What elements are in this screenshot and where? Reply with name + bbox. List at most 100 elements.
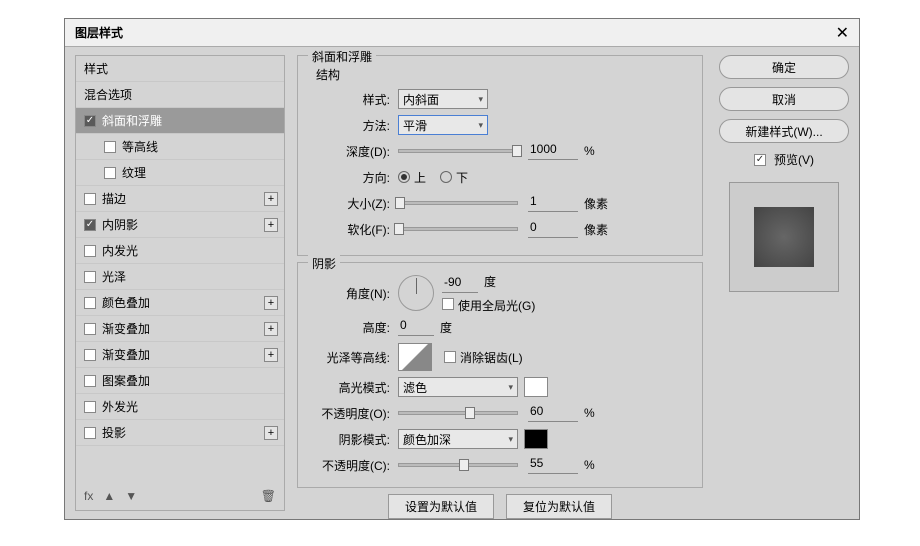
size-label: 大小(Z):: [308, 195, 398, 212]
highlight-mode-select[interactable]: 滤色▾: [398, 377, 518, 397]
structure-title: 结构: [316, 66, 692, 83]
right-panel: 确定 取消 新建样式(W)... 预览(V): [709, 47, 859, 519]
shadow-opacity-value[interactable]: 55: [528, 456, 578, 474]
direction-up-radio[interactable]: [398, 171, 410, 183]
sidebar-item[interactable]: 光泽: [76, 264, 284, 290]
gloss-contour-picker[interactable]: [398, 343, 432, 371]
sidebar-item[interactable]: ✓斜面和浮雕: [76, 108, 284, 134]
antialias-checkbox[interactable]: [444, 351, 456, 363]
add-effect-icon[interactable]: +: [264, 218, 278, 232]
sidebar-item-label: 光泽: [102, 268, 126, 285]
sidebar-item-label: 内阴影: [102, 216, 138, 233]
style-checkbox[interactable]: [84, 349, 96, 361]
main-panel: 斜面和浮雕 结构 样式: 内斜面▾ 方法: 平滑▾ 深度(D):: [291, 47, 709, 519]
style-checkbox[interactable]: [84, 193, 96, 205]
highlight-opacity-slider[interactable]: [398, 411, 518, 415]
style-select[interactable]: 内斜面▾: [398, 89, 488, 109]
bevel-group: 斜面和浮雕 结构 样式: 内斜面▾ 方法: 平滑▾ 深度(D):: [297, 55, 703, 256]
new-style-button[interactable]: 新建样式(W)...: [719, 119, 849, 143]
soften-value[interactable]: 0: [528, 220, 578, 238]
shadow-mode-select[interactable]: 颜色加深▾: [398, 429, 518, 449]
style-checkbox[interactable]: ✓: [84, 219, 96, 231]
make-default-button[interactable]: 设置为默认值: [388, 494, 494, 519]
depth-label: 深度(D):: [308, 143, 398, 160]
titlebar: 图层样式 ✕: [65, 19, 859, 47]
sidebar-item[interactable]: 渐变叠加 +: [76, 342, 284, 368]
reset-default-button[interactable]: 复位为默认值: [506, 494, 612, 519]
technique-select[interactable]: 平滑▾: [398, 115, 488, 135]
size-value[interactable]: 1: [528, 194, 578, 212]
shadow-opacity-slider[interactable]: [398, 463, 518, 467]
style-checkbox[interactable]: [84, 297, 96, 309]
add-effect-icon[interactable]: +: [264, 426, 278, 440]
shadow-mode-label: 阴影模式:: [308, 431, 398, 448]
sidebar-item-label: 颜色叠加: [102, 294, 150, 311]
depth-slider[interactable]: [398, 149, 518, 153]
sidebar-item[interactable]: 纹理: [76, 160, 284, 186]
preview-label: 预览(V): [774, 151, 814, 168]
sidebar-item[interactable]: ✓ 内阴影 +: [76, 212, 284, 238]
sidebar-item[interactable]: 投影+: [76, 420, 284, 446]
sidebar-item-label: 外发光: [102, 398, 138, 415]
global-light-checkbox[interactable]: [442, 298, 454, 310]
highlight-opacity-label: 不透明度(O):: [308, 405, 398, 422]
add-effect-icon[interactable]: +: [264, 296, 278, 310]
fx-icon[interactable]: fx: [84, 489, 93, 503]
shadow-color-swatch[interactable]: [524, 429, 548, 449]
arrow-up-icon[interactable]: ▲: [103, 489, 115, 503]
style-checkbox[interactable]: [104, 167, 116, 179]
style-checkbox[interactable]: ✓: [84, 115, 96, 127]
ok-button[interactable]: 确定: [719, 55, 849, 79]
chevron-down-icon: ▾: [508, 434, 513, 445]
depth-value[interactable]: 1000: [528, 142, 578, 160]
cancel-button[interactable]: 取消: [719, 87, 849, 111]
style-checkbox[interactable]: [84, 271, 96, 283]
direction-down-radio[interactable]: [440, 171, 452, 183]
arrow-down-icon[interactable]: ▼: [125, 489, 137, 503]
size-slider[interactable]: [398, 201, 518, 205]
sidebar-header-styles[interactable]: 样式: [76, 56, 284, 82]
shading-legend: 阴影: [308, 255, 340, 272]
angle-dial[interactable]: [398, 275, 434, 311]
sidebar-item-label: 内发光: [102, 242, 138, 259]
style-checkbox[interactable]: [84, 323, 96, 335]
sidebar-item-label: 图案叠加: [102, 372, 150, 389]
sidebar-item[interactable]: 颜色叠加 +: [76, 290, 284, 316]
shading-group: 阴影 角度(N): -90度 使用全局光(G) 高度: 0 度 光泽等高线: [297, 262, 703, 488]
add-effect-icon[interactable]: +: [264, 192, 278, 206]
sidebar-header-blend[interactable]: 混合选项: [76, 82, 284, 108]
highlight-mode-label: 高光模式:: [308, 379, 398, 396]
sidebar-item[interactable]: 内发光: [76, 238, 284, 264]
sidebar-item[interactable]: 描边 +: [76, 186, 284, 212]
soften-slider[interactable]: [398, 227, 518, 231]
dialog-title: 图层样式: [75, 24, 123, 41]
style-label: 样式:: [308, 91, 398, 108]
highlight-color-swatch[interactable]: [524, 377, 548, 397]
gloss-label: 光泽等高线:: [308, 349, 398, 366]
sidebar-item[interactable]: 等高线: [76, 134, 284, 160]
sidebar-item[interactable]: 渐变叠加+: [76, 316, 284, 342]
angle-value[interactable]: -90: [442, 275, 478, 293]
sidebar-item[interactable]: 图案叠加: [76, 368, 284, 394]
trash-icon[interactable]: 🗑: [261, 489, 276, 503]
preview-thumbnail: [729, 182, 839, 292]
sidebar-item-label: 渐变叠加: [102, 346, 150, 363]
altitude-value[interactable]: 0: [398, 318, 434, 336]
add-effect-icon[interactable]: +: [264, 322, 278, 336]
bevel-legend: 斜面和浮雕: [308, 48, 376, 65]
sidebar-item-label: 等高线: [122, 138, 158, 155]
sidebar-item-label: 纹理: [122, 164, 146, 181]
style-checkbox[interactable]: [84, 375, 96, 387]
sidebar-item[interactable]: 外发光: [76, 394, 284, 420]
style-checkbox[interactable]: [84, 427, 96, 439]
add-effect-icon[interactable]: +: [264, 348, 278, 362]
close-icon[interactable]: ✕: [836, 23, 849, 43]
preview-checkbox[interactable]: [754, 154, 766, 166]
style-checkbox[interactable]: [84, 245, 96, 257]
soften-label: 软化(F):: [308, 221, 398, 238]
style-checkbox[interactable]: [84, 401, 96, 413]
highlight-opacity-value[interactable]: 60: [528, 404, 578, 422]
angle-label: 角度(N):: [308, 285, 398, 302]
style-checkbox[interactable]: [104, 141, 116, 153]
sidebar-item-label: 描边: [102, 190, 126, 207]
